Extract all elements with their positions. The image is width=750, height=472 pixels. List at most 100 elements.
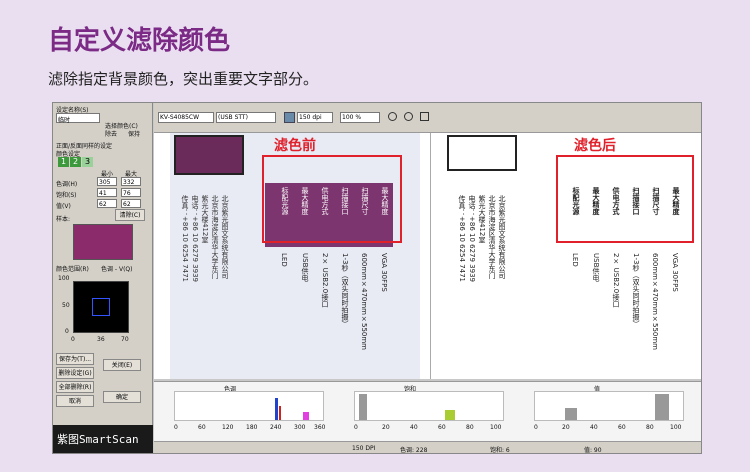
range-selection-box[interactable] [92,298,110,316]
app-window: 设定名称(S) 临时 选择颜色(C) 除去 保持 正面/反面同样的设定 颜色设定… [52,102,702,454]
hist-sat-t5: 100 [490,424,502,431]
before-v3: 1-3秒（双头同时拍摄） [341,253,349,328]
hist-sat-t0: 0 [354,424,358,431]
before-v5: USB供电 [301,253,309,282]
connection-select[interactable]: (USB STT) [216,112,276,123]
mode-keep-option[interactable]: 保持 [128,129,140,138]
page-heading: 自定义滤除颜色 [48,26,231,56]
hist-hue-t2: 120 [222,424,234,431]
ok-button[interactable]: 确定 [103,391,141,403]
mode-remove-option[interactable]: 除去 [105,129,117,138]
after-v2: 600mm×470mm×550mm [651,253,659,350]
after-fax: 传真：+86 10 6254 7471 [458,195,466,282]
status-sat: 饱和: 6 [490,447,510,454]
color-range-map[interactable] [73,281,129,333]
after-v4: 2× USB2.0接口 [612,253,620,308]
scale-top: 100 [58,275,70,282]
after-label: 滤色后 [574,138,616,154]
color-range-label[interactable]: 颜色范围(R) [56,264,89,273]
clear-button[interactable]: 清除(C) [115,209,145,221]
close-button[interactable]: 关闭(E) [103,359,141,371]
hist-val-t1: 20 [562,424,570,431]
val-max-input[interactable]: 62 [121,199,141,208]
hist-val-t0: 0 [534,424,538,431]
save-as-button[interactable]: 保存为(T)... [56,353,94,365]
after-highlight-box [556,155,694,243]
settings-panel: 设定名称(S) 临时 选择颜色(C) 除去 保持 正面/反面同样的设定 颜色设定… [53,103,153,453]
sample-label: 样本: [56,216,71,223]
tab-3[interactable]: 3 [82,157,93,167]
preview-area: 北京紫光图文系统有限公司 北京市海淀区清华大学东门 紫光大楼412室 电话：+8… [154,133,701,379]
sat-min-input[interactable]: 41 [97,188,117,197]
hist-sat-t1: 20 [382,424,390,431]
before-v6: LED [280,253,288,267]
scale-x36: 36 [97,336,105,343]
hue-min-input[interactable]: 305 [97,177,117,186]
val-label: 值(V) [56,203,71,210]
before-tel: 电话：+86 10 6279 3939 [191,195,199,282]
sat-max-input[interactable]: 76 [121,188,141,197]
zoom-out-icon[interactable] [404,112,413,121]
after-v1: VGA 30FPS [671,253,679,292]
cancel-button[interactable]: 取消 [56,395,94,407]
hist-hue-t0: 0 [174,424,178,431]
hist-sat-t2: 40 [410,424,418,431]
after-address1: 北京市海淀区清华大学东门 [488,195,496,279]
fit-page-icon[interactable] [420,112,429,121]
hist-hue-t6: 360 [314,424,326,431]
delete-setting-button[interactable]: 删除设定(G) [56,367,94,379]
hist-sat-t3: 60 [438,424,446,431]
hist-hue-t4: 240 [270,424,282,431]
after-swatch [447,135,517,171]
hist-sat-plot [354,391,504,421]
preset-select[interactable]: 临时 [56,113,100,124]
after-v3: 1-3秒（双头同时拍摄） [632,253,640,328]
scanner-select[interactable]: KV-S4085CW [158,112,214,123]
scale-x0: 0 [71,336,75,343]
page-description: 滤除指定背景颜色，突出重要文字部分。 [48,70,319,88]
zoom-select[interactable]: 100 % [340,112,380,123]
hue-max-input[interactable]: 332 [121,177,141,186]
before-v1: VGA 30FPS [380,253,388,292]
tab-1[interactable]: 1 [58,157,69,167]
hist-val-t2: 40 [590,424,598,431]
scale-mid: 50 [62,302,70,309]
hist-val-t5: 100 [670,424,682,431]
before-company: 北京紫光图文系统有限公司 [221,195,229,279]
hist-hue-t3: 180 [246,424,258,431]
hist-val-plot [534,391,684,421]
after-v6: LED [571,253,579,267]
tab-2[interactable]: 2 [70,157,81,167]
after-address2: 紫光大楼412室 [478,195,486,244]
after-tel: 电话：+86 10 6279 3939 [468,195,476,282]
before-v4: 2× USB2.0接口 [321,253,329,308]
delete-all-button[interactable]: 全部删除(R) [56,381,94,393]
histogram-bar: 色调 0 60 120 180 240 300 360 饱和 0 20 40 6… [154,381,701,441]
status-hue: 色调: 228 [400,447,428,454]
after-v5: USB供电 [592,253,600,282]
brand-logo: 紫图SmartScan [53,425,153,453]
sat-label: 饱和(S) [56,192,77,199]
before-v2: 600mm×470mm×550mm [360,253,368,350]
before-swatch [174,135,244,175]
before-highlight-box [262,155,402,243]
zoom-in-icon[interactable] [388,112,397,121]
hue-label: 色调(H) [56,181,78,188]
after-company: 北京紫光图文系统有限公司 [498,195,506,279]
hist-val-t4: 80 [646,424,654,431]
before-label: 滤色前 [274,138,316,154]
status-val: 值: 90 [584,447,602,454]
val-min-input[interactable]: 62 [97,199,117,208]
before-address2: 紫光大楼412室 [201,195,209,244]
status-bar: 150 DPI 色调: 228 饱和: 6 值: 90 [154,441,701,454]
hist-hue-t1: 60 [198,424,206,431]
hist-hue-plot [174,391,324,421]
before-address1: 北京市海淀区清华大学东门 [211,195,219,279]
color-range-value[interactable]: 色调 - V(Q) [101,264,133,273]
hist-sat-t4: 80 [466,424,474,431]
status-dpi: 150 DPI [352,445,376,452]
sample-swatch [73,224,133,260]
dpi-select[interactable]: 150 dpi [297,112,333,123]
hist-hue-t5: 300 [294,424,306,431]
scale-x70: 70 [121,336,129,343]
